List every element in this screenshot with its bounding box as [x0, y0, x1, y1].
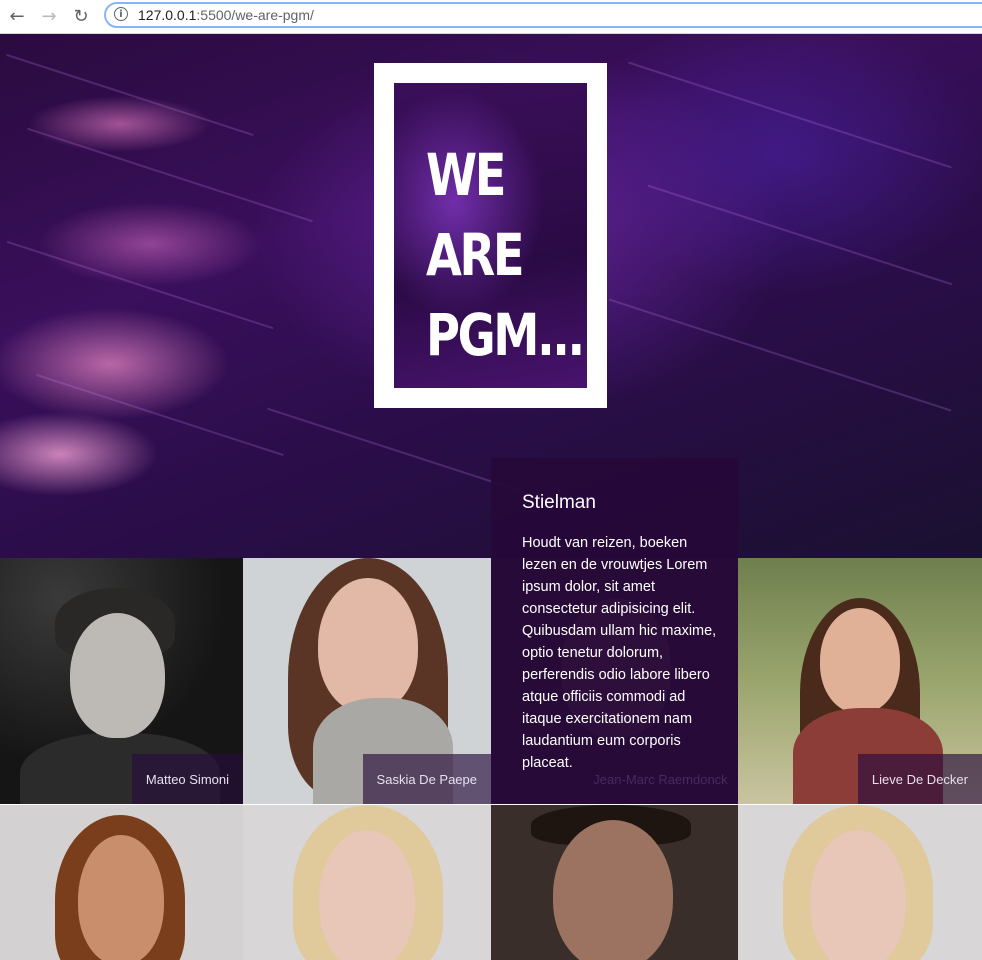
- member-tile[interactable]: [491, 805, 738, 960]
- member-description: Houdt van reizen, boeken lezen en de vro…: [522, 535, 717, 771]
- reload-icon[interactable]: ↻: [69, 4, 93, 28]
- url-text[interactable]: 127.0.0.1:5500/we-are-pgm/: [138, 7, 314, 23]
- we-are-pgm-logo: WE ARE PGM...: [374, 63, 607, 408]
- member-tile[interactable]: [0, 805, 243, 960]
- logo-line-we: WE: [426, 141, 506, 209]
- logo-text: WE ARE PGM...: [426, 135, 585, 375]
- member-tile[interactable]: [243, 805, 491, 960]
- member-photo: [738, 805, 982, 960]
- arrow-right-icon[interactable]: →: [37, 4, 61, 28]
- logo-line-are: ARE: [426, 221, 525, 289]
- member-tile[interactable]: Lieve De Decker: [738, 558, 982, 804]
- member-name-tag: Matteo Simoni: [131, 754, 243, 804]
- browser-toolbar: ← → ↻ i 127.0.0.1:5500/we-are-pgm/: [0, 0, 982, 34]
- member-role-title: Stielman: [522, 492, 596, 513]
- member-name-tag: Lieve De Decker: [857, 754, 982, 804]
- arrow-left-icon[interactable]: ←: [5, 4, 29, 28]
- info-icon[interactable]: i: [114, 7, 128, 21]
- member-tile[interactable]: Matteo Simoni: [0, 558, 243, 804]
- member-tile[interactable]: Saskia De Paepe: [243, 558, 491, 804]
- member-detail-overlay[interactable]: Stielman Houdt van reizen, boeken lezen …: [491, 458, 738, 804]
- member-tile[interactable]: [738, 805, 982, 960]
- member-name-tag: Saskia De Paepe: [362, 754, 491, 804]
- member-photo: [0, 805, 243, 960]
- member-name-tag: Jean-Marc Raemdonck: [593, 772, 728, 787]
- address-bar[interactable]: i 127.0.0.1:5500/we-are-pgm/: [104, 2, 982, 28]
- member-photo: [491, 805, 738, 960]
- logo-line-pgm: PGM...: [426, 301, 585, 369]
- member-photo: [243, 805, 491, 960]
